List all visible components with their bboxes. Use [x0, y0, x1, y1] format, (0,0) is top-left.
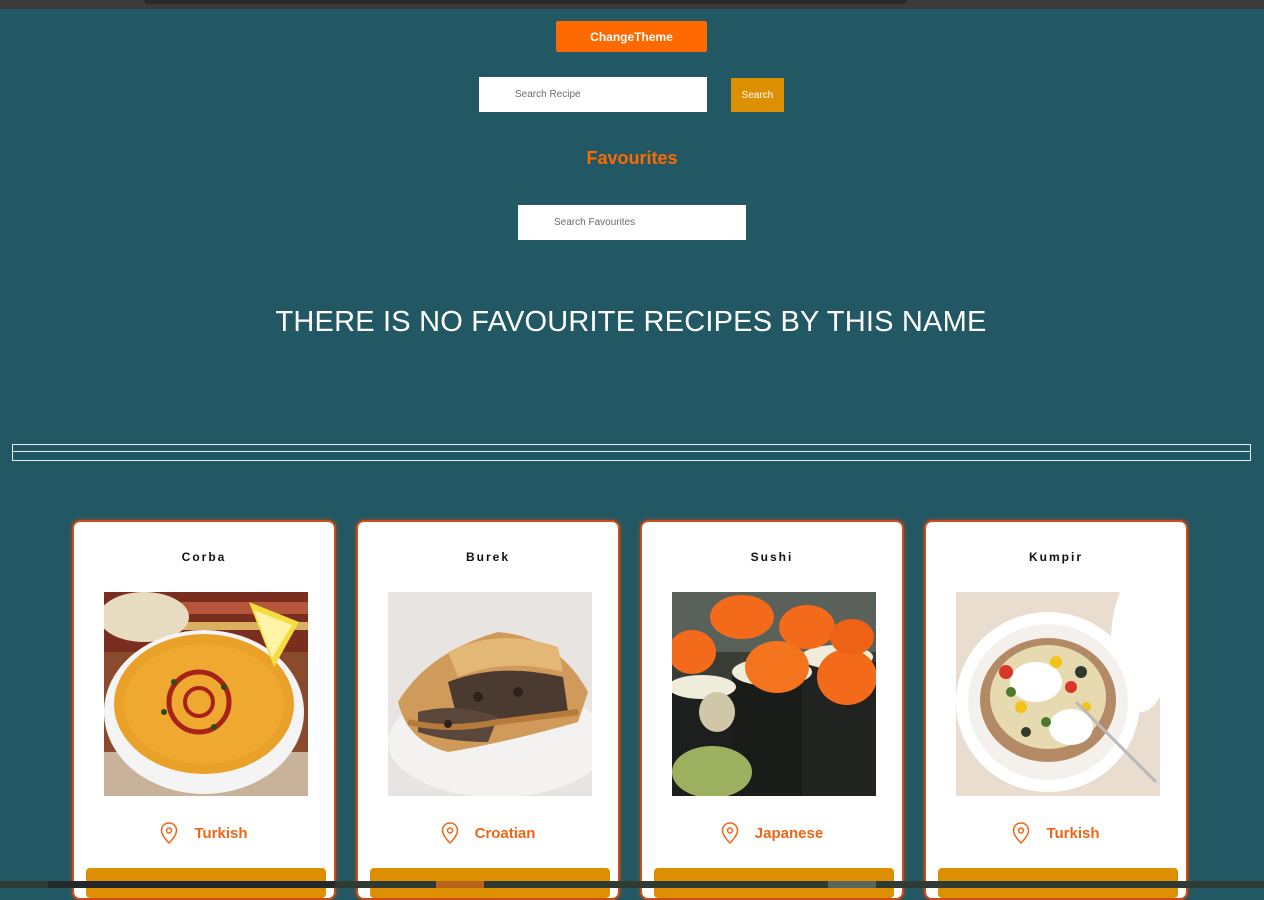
location-pin-icon [721, 822, 739, 844]
section-divider [12, 444, 1251, 461]
recipe-origin: Turkish [926, 822, 1186, 844]
recipe-origin: Croatian [358, 822, 618, 844]
search-button[interactable]: Search [731, 78, 784, 112]
recipe-image-sushi-rolls[interactable] [672, 592, 876, 796]
no-favourites-message: THERE IS NO FAVOURITE RECIPES BY THIS NA… [275, 306, 987, 338]
recipe-card[interactable]: Sushi Japanese [640, 520, 904, 900]
address-strip [144, 0, 907, 4]
origin-label: Turkish [1046, 824, 1100, 842]
location-pin-icon [161, 822, 178, 844]
location-pin-icon [441, 822, 458, 844]
taskbar-item[interactable] [828, 881, 876, 888]
recipe-name: Burek [465, 550, 510, 564]
favourites-heading: Favourites [586, 148, 678, 168]
location-pin-icon [1013, 822, 1030, 844]
recipe-origin: Japanese [642, 822, 902, 844]
recipe-name: Sushi [750, 550, 794, 564]
search-recipe-input[interactable] [479, 77, 707, 112]
recipe-image-lentil-soup[interactable] [104, 592, 308, 796]
recipe-origin: Turkish [74, 822, 334, 844]
recipe-card[interactable]: Burek Croatian [356, 520, 620, 900]
recipe-card[interactable]: Kumpir Turkish [924, 520, 1188, 900]
recipe-name: Kumpir [1029, 550, 1083, 564]
taskbar-item-active[interactable] [436, 881, 484, 888]
recipe-name: Corba [181, 550, 227, 564]
browser-top-bar [0, 0, 1264, 9]
recipe-image-stuffed-potato[interactable] [956, 592, 1160, 796]
search-favourites-input[interactable] [518, 205, 746, 240]
origin-label: Turkish [194, 824, 248, 842]
change-theme-button[interactable]: ChangeTheme [556, 21, 707, 52]
origin-label: Japanese [754, 824, 824, 842]
taskbar-item[interactable] [48, 881, 335, 888]
recipe-image-meat-pastry[interactable] [388, 592, 592, 796]
origin-label: Croatian [474, 824, 536, 842]
taskbar [0, 881, 1264, 888]
recipe-card[interactable]: Corba Turkish [72, 520, 336, 900]
